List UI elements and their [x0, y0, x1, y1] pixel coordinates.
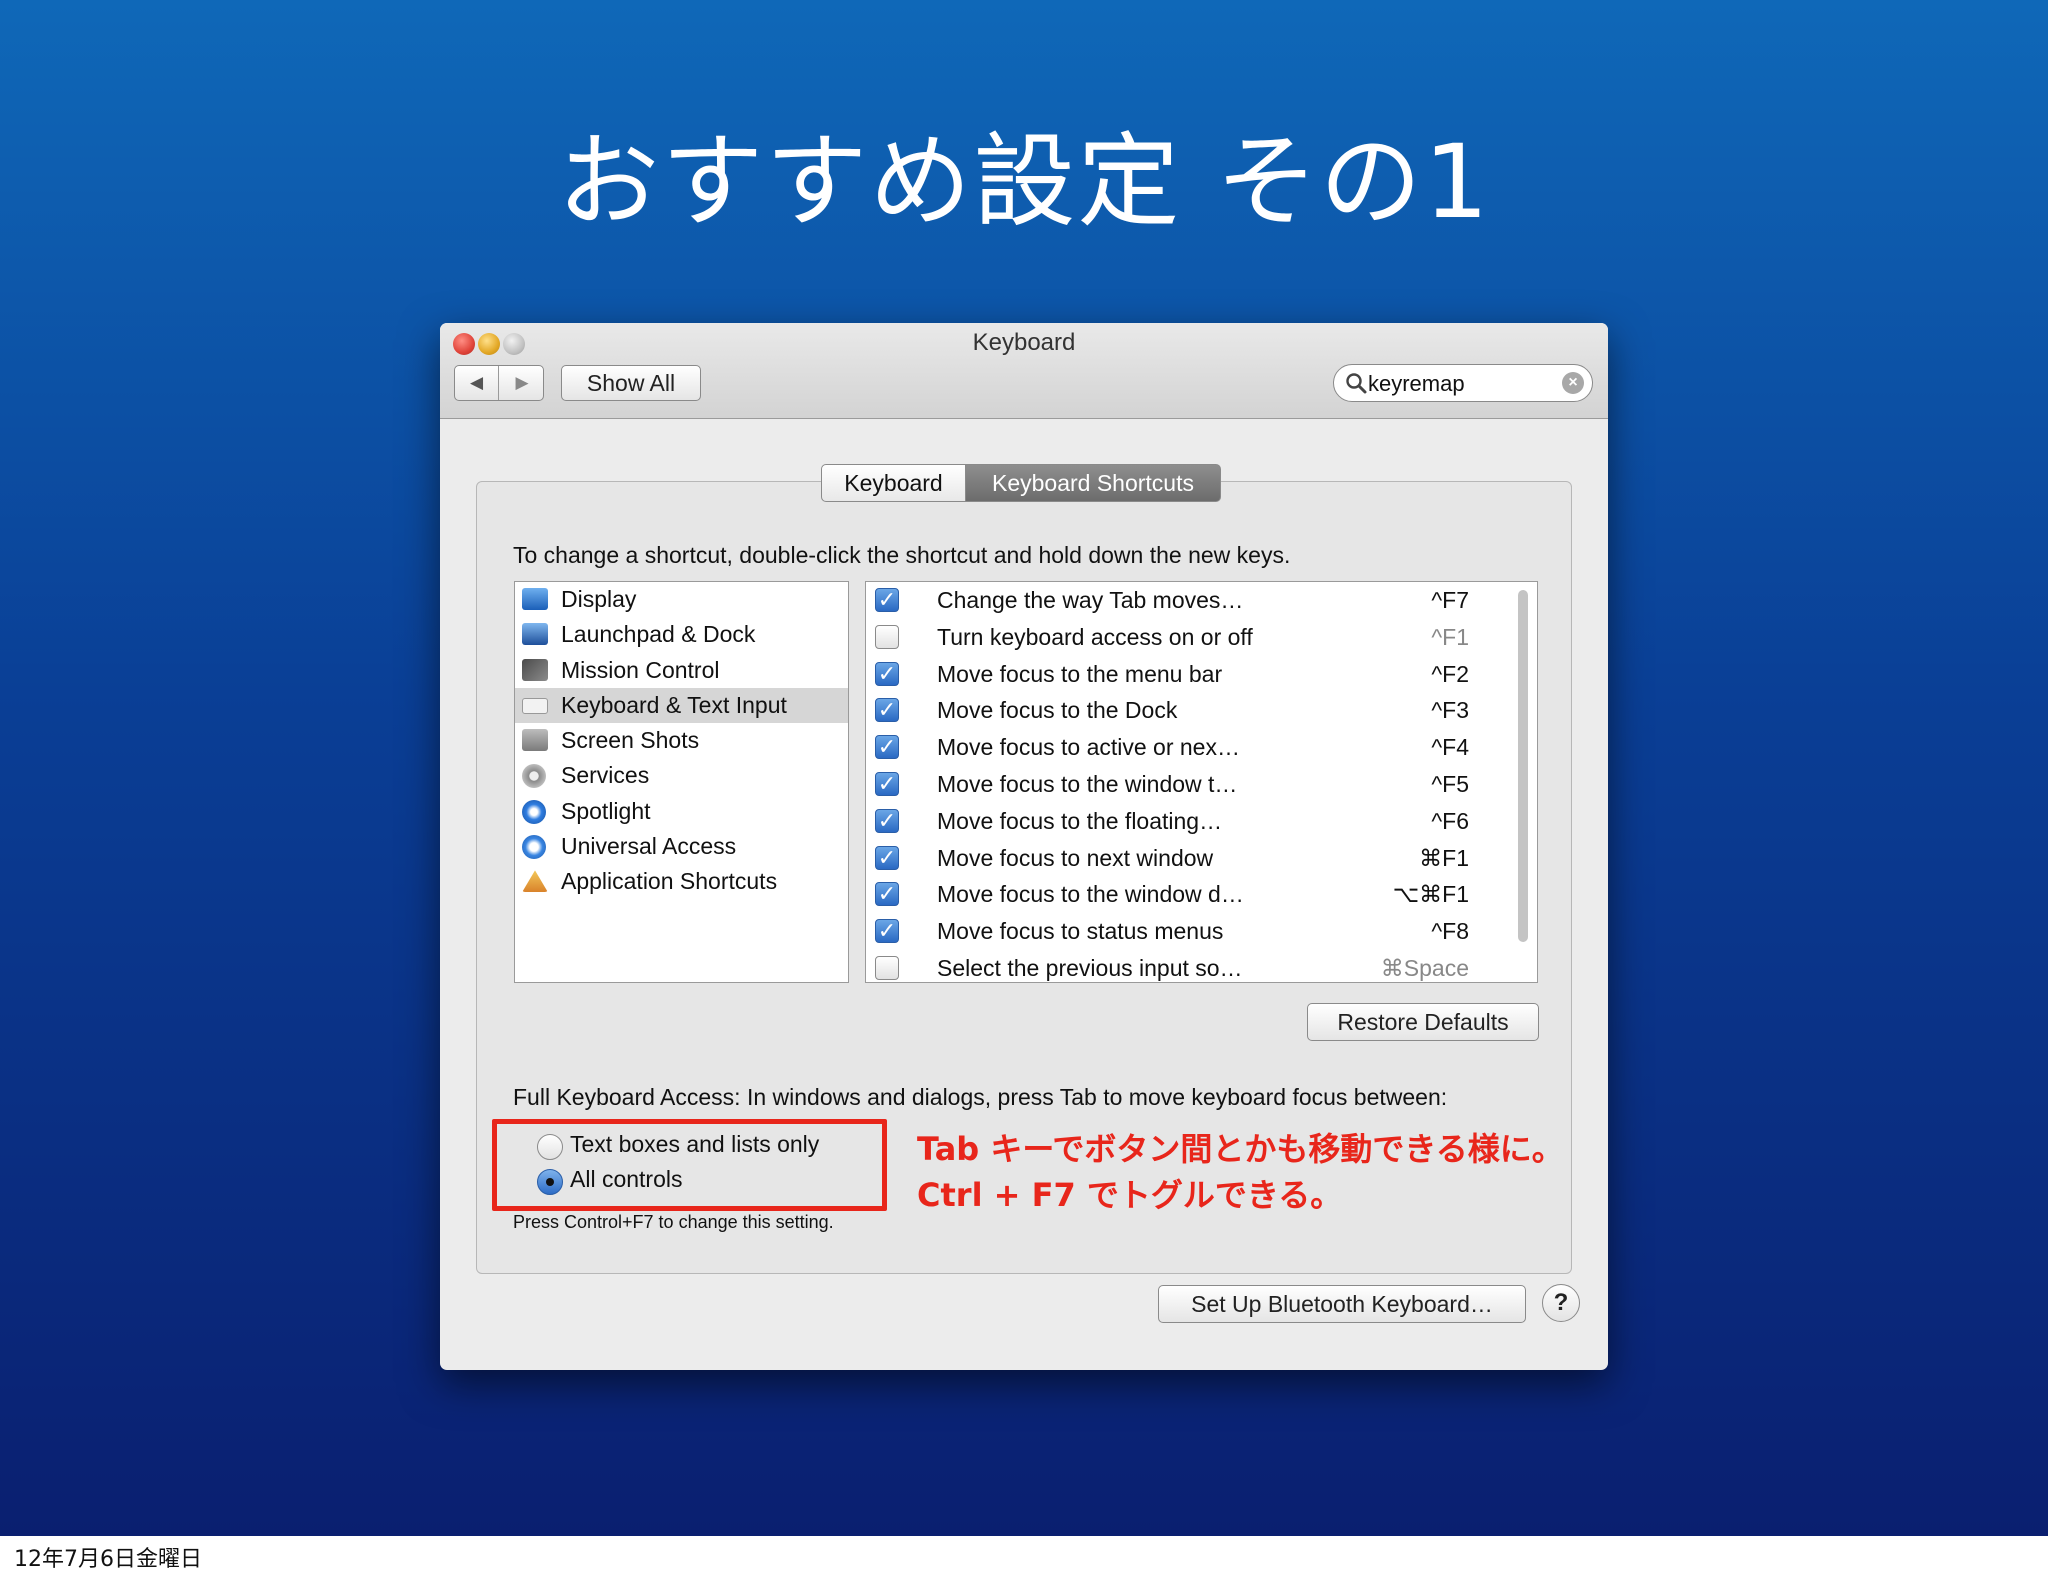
full-keyboard-access-text: Full Keyboard Access: In windows and dia… [513, 1084, 1448, 1110]
annotation-line-1: Tab キーでボタン間とかも移動できる様に。 [917, 1130, 1564, 1168]
search-field[interactable]: keyremap × [1333, 364, 1593, 402]
mission-control-icon [522, 658, 548, 681]
annotation-line-2: Ctrl + F7 でトグルできる。 [917, 1176, 1343, 1214]
shortcut-checkbox[interactable]: ✓ [875, 771, 899, 796]
footer-date: 12年7月6日金曜日 [14, 1547, 202, 1572]
slide-title: おすすめ設定 その1 [557, 123, 1491, 242]
launchpad-dock-icon [522, 623, 548, 646]
annotation-highlight-box [492, 1119, 887, 1211]
shortcut-checkbox[interactable]: ✓ [875, 735, 899, 760]
category-list[interactable]: Display Launchpad & Dock Mission Control… [514, 581, 849, 983]
shortcut-checkbox[interactable] [875, 624, 899, 649]
shortcut-key[interactable]: ^F1 [1431, 619, 1469, 655]
category-item-universal-access[interactable]: Universal Access [515, 829, 848, 864]
shortcut-row[interactable]: ✓ Change the way Tab moves… ^F7 [866, 582, 1537, 619]
shortcut-list-scrollbar[interactable] [1518, 590, 1528, 942]
shortcut-row[interactable]: ✓ Move focus to the floating… ^F6 [866, 803, 1537, 840]
shortcut-key[interactable]: ^F2 [1431, 656, 1469, 692]
preferences-panel: To change a shortcut, double-click the s… [476, 481, 1572, 1274]
category-item-application-shortcuts[interactable]: Application Shortcuts [515, 864, 848, 899]
display-icon [522, 588, 548, 610]
shortcut-list[interactable]: ✓ Change the way Tab moves… ^F7 Turn key… [865, 581, 1538, 983]
shortcut-checkbox[interactable]: ✓ [875, 919, 899, 944]
shortcut-checkbox[interactable]: ✓ [875, 845, 899, 870]
tab-keyboard-shortcuts[interactable]: Keyboard Shortcuts [966, 464, 1221, 502]
forward-icon[interactable]: ▶ [500, 366, 544, 400]
shortcut-row[interactable]: ✓ Move focus to next window ⌘F1 [866, 840, 1537, 877]
app-shortcuts-icon [522, 870, 548, 893]
shortcut-checkbox[interactable]: ✓ [875, 698, 899, 723]
shortcut-checkbox[interactable]: ✓ [875, 661, 899, 686]
keyboard-icon [522, 697, 548, 714]
shortcut-row[interactable]: ✓ Move focus to the Dock ^F3 [866, 692, 1537, 729]
category-item-keyboard-text-input[interactable]: Keyboard & Text Input [515, 687, 848, 724]
shortcut-key[interactable]: ^F6 [1431, 803, 1469, 839]
shortcut-key[interactable]: ^F8 [1431, 913, 1469, 949]
shortcut-row[interactable]: ✓ Move focus to the window d… ⌥⌘F1 [866, 876, 1537, 913]
shortcut-row[interactable]: ✓ Move focus to active or nex… ^F4 [866, 729, 1537, 766]
category-item-launchpad-dock[interactable]: Launchpad & Dock [515, 617, 848, 652]
window-title: Keyboard [972, 329, 1076, 356]
shortcut-row[interactable]: ✓ Move focus to the menu bar ^F2 [866, 656, 1537, 693]
back-forward-control: ◀ ▶ [454, 365, 544, 401]
shortcut-key[interactable]: ⌘Space [1381, 950, 1469, 982]
shortcut-key[interactable]: ^F7 [1431, 582, 1469, 618]
gear-icon [522, 764, 546, 789]
search-icon [1346, 373, 1367, 394]
tab-keyboard[interactable]: Keyboard [821, 464, 966, 502]
shortcut-key[interactable]: ⌥⌘F1 [1393, 876, 1469, 912]
back-icon[interactable]: ◀ [455, 366, 499, 400]
shortcut-key[interactable]: ^F4 [1431, 729, 1469, 765]
titlebar: Keyboard ◀ ▶ Show All keyremap × [440, 323, 1608, 419]
spotlight-icon [522, 799, 546, 824]
shortcut-checkbox[interactable]: ✓ [875, 808, 899, 833]
shortcut-checkbox[interactable]: ✓ [875, 588, 899, 612]
shortcut-row[interactable]: ✓ Move focus to the window t… ^F5 [866, 766, 1537, 803]
shortcut-checkbox[interactable]: ✓ [875, 882, 899, 907]
clear-search-icon[interactable]: × [1562, 372, 1584, 394]
restore-defaults-button[interactable]: Restore Defaults [1307, 1003, 1539, 1041]
category-item-spotlight[interactable]: Spotlight [515, 794, 848, 829]
category-item-services[interactable]: Services [515, 758, 848, 793]
control-f7-note: Press Control+F7 to change this setting. [513, 1212, 834, 1232]
tab-bar: Keyboard Keyboard Shortcuts [821, 464, 1221, 502]
shortcut-row[interactable]: Select the previous input so… ⌘Space [866, 950, 1537, 982]
help-button[interactable]: ? [1542, 1284, 1580, 1322]
search-input[interactable]: keyremap [1368, 371, 1465, 397]
shortcut-row[interactable]: ✓ Move focus to status menus ^F8 [866, 913, 1537, 950]
shortcut-key[interactable]: ⌘F1 [1419, 840, 1469, 876]
camera-icon [522, 729, 548, 752]
shortcut-checkbox[interactable] [875, 955, 899, 980]
category-item-mission-control[interactable]: Mission Control [515, 653, 848, 688]
universal-access-icon [522, 835, 546, 860]
shortcut-key[interactable]: ^F3 [1431, 692, 1469, 728]
slide-background: おすすめ設定 その1 Keyboard ◀ ▶ Show All keyrema… [0, 0, 2048, 1536]
set-up-bluetooth-keyboard-button[interactable]: Set Up Bluetooth Keyboard… [1158, 1285, 1526, 1323]
shortcut-key[interactable]: ^F5 [1431, 766, 1469, 802]
keyboard-preferences-window: Keyboard ◀ ▶ Show All keyremap × To chan… [440, 323, 1608, 1370]
show-all-button[interactable]: Show All [561, 365, 701, 401]
shortcut-row[interactable]: Turn keyboard access on or off ^F1 [866, 619, 1537, 656]
instruction-text: To change a shortcut, double-click the s… [513, 542, 1291, 568]
category-item-display[interactable]: Display [515, 582, 848, 617]
category-item-screen-shots[interactable]: Screen Shots [515, 723, 848, 758]
